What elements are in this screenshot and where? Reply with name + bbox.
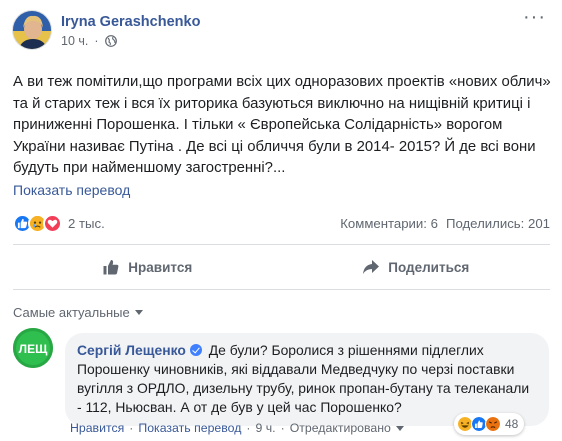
divider — [13, 289, 550, 290]
avatar-logo-text: ЛЕЩ — [19, 342, 48, 356]
post-text: А ви теж помітили,що програми всіх цих о… — [13, 74, 551, 177]
reactions-count[interactable]: 2 тыс. — [68, 216, 105, 231]
separator: · — [280, 421, 285, 435]
post-actions: Нравится Поделиться — [13, 250, 550, 284]
separator: · — [246, 421, 251, 435]
separator: · — [129, 421, 134, 435]
comment-reactions-count: 48 — [505, 417, 519, 431]
meta-separator: · — [94, 33, 99, 48]
sort-label: Самые актуальные — [13, 305, 130, 320]
reaction-icons[interactable] — [13, 213, 62, 233]
comment-edited[interactable]: Отредактировано — [290, 421, 391, 435]
comment-reactions[interactable]: 48 — [454, 413, 525, 435]
post-meta: 10 ч. · — [61, 34, 200, 48]
like-icon — [103, 259, 119, 275]
angry-icon — [485, 416, 501, 432]
comments-count[interactable]: Комментарии: 6 — [340, 216, 438, 231]
comment-like-link[interactable]: Нравится — [70, 421, 124, 435]
chevron-down-icon[interactable] — [395, 425, 404, 431]
shares-count[interactable]: Поделились: 201 — [446, 216, 550, 231]
commenter-avatar[interactable]: ЛЕЩ — [13, 328, 53, 368]
globe-icon[interactable] — [104, 34, 117, 47]
share-button[interactable]: Поделиться — [282, 250, 551, 284]
more-options-button[interactable]: ··· — [523, 7, 546, 27]
see-translation-link[interactable]: Показать перевод — [13, 182, 130, 198]
comment-actions: Нравится · Показать перевод · 9 ч. · Отр… — [70, 421, 404, 435]
verified-icon — [189, 344, 202, 356]
like-button[interactable]: Нравится — [13, 250, 282, 284]
divider — [13, 244, 550, 245]
comment-sort-dropdown[interactable]: Самые актуальные — [13, 305, 143, 320]
author-avatar[interactable] — [12, 10, 52, 50]
post-stats: 2 тыс. Комментарии: 6 Поделились: 201 — [13, 212, 550, 234]
post-author[interactable]: Iryna Gerashchenko — [61, 13, 200, 31]
share-label: Поделиться — [388, 259, 470, 275]
chevron-down-icon — [134, 310, 143, 315]
comment-author[interactable]: Сергій Лещенко — [77, 342, 186, 358]
post-header: Iryna Gerashchenko 10 ч. · — [12, 10, 200, 50]
like-label: Нравится — [128, 259, 193, 275]
post-time[interactable]: 10 ч. — [61, 34, 88, 48]
comment-time[interactable]: 9 ч. — [256, 421, 276, 435]
comment-translate-link[interactable]: Показать перевод — [138, 421, 241, 435]
love-icon — [43, 213, 62, 233]
share-icon — [363, 260, 380, 274]
